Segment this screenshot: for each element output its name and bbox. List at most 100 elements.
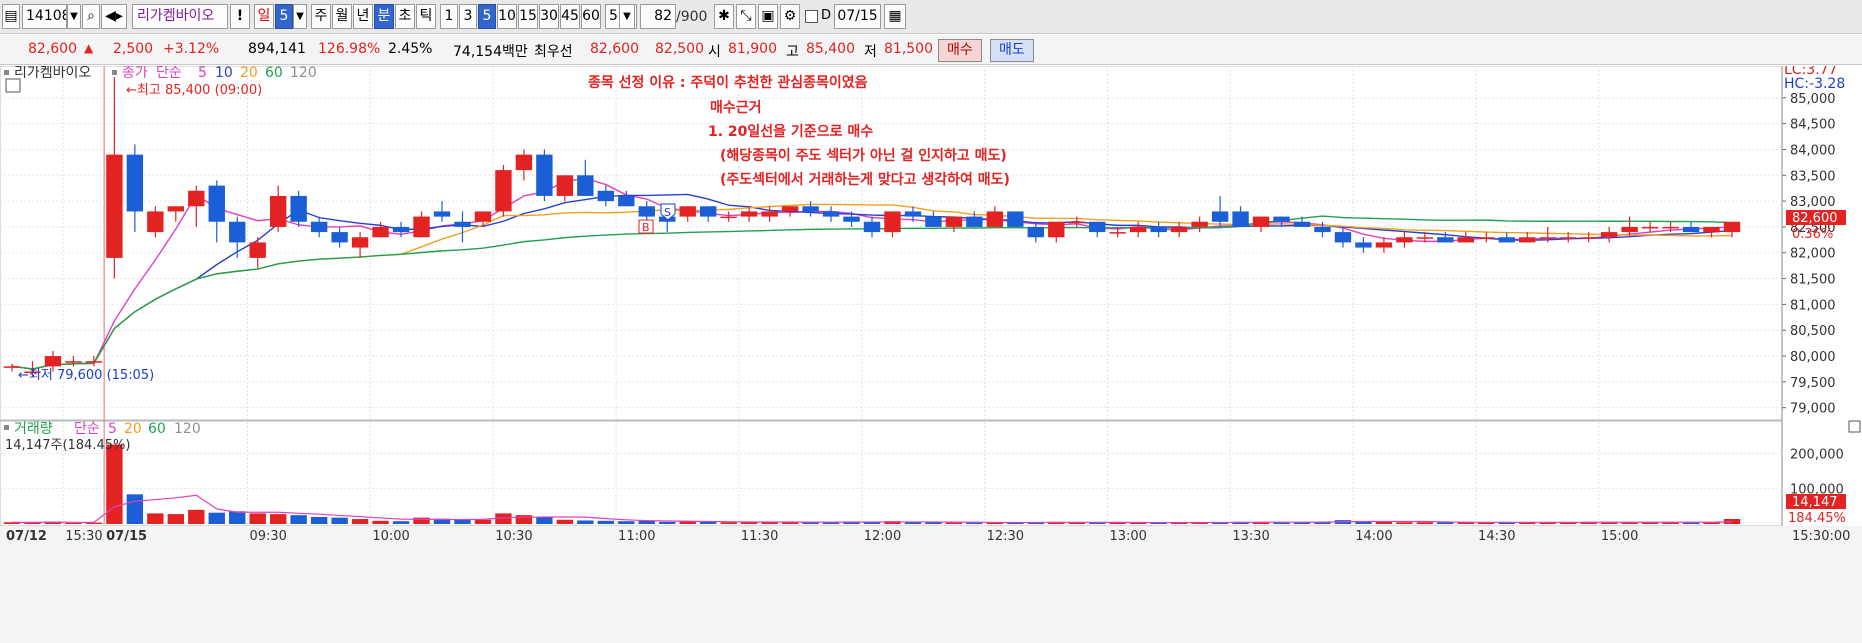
best-price-label: 최우선 — [534, 44, 573, 60]
period-minute-button[interactable]: 분 — [374, 4, 394, 29]
turnover-rate: 2.45% — [388, 41, 433, 57]
price-tick-label: 79,000 — [1790, 402, 1836, 417]
sell-button[interactable]: 매도 — [990, 39, 1034, 62]
date-checkbox[interactable] — [805, 10, 818, 23]
calendar-icon[interactable]: ▦ — [884, 4, 906, 29]
volume-legend-simple: 단순 — [74, 421, 100, 437]
candle-up — [1703, 226, 1720, 233]
minute-3-button[interactable]: 3 — [459, 4, 477, 29]
candle-up — [1519, 237, 1536, 243]
period-second-button[interactable]: 초 — [395, 4, 415, 29]
period-tick-button[interactable]: 틱 — [416, 4, 436, 29]
search-icon[interactable]: ⌕ — [82, 4, 100, 29]
candle-up — [515, 154, 533, 171]
time-tick-label: 13:30 — [1232, 529, 1269, 544]
price-tick-label: 83,500 — [1790, 169, 1836, 184]
candle-up — [474, 211, 492, 222]
legend-price: 종가 — [122, 66, 148, 81]
time-tick-label: 10:00 — [372, 529, 409, 544]
table-icon[interactable] — [5, 78, 21, 93]
time-tick-label: 12:30 — [987, 529, 1024, 544]
volume-ratio: 126.98% — [318, 41, 381, 57]
candle-down — [1682, 226, 1700, 233]
buy-button[interactable]: 매수 — [938, 39, 982, 62]
high-price: 85,400 — [806, 41, 855, 57]
save-icon[interactable]: ▣ — [758, 4, 778, 29]
annotation-buy-basis: 매수근거 — [710, 100, 762, 116]
candle-down — [208, 185, 225, 222]
minute-30-button[interactable]: 30 — [539, 4, 559, 29]
alert-button[interactable]: ! — [230, 4, 250, 29]
candle-up — [1416, 237, 1434, 239]
candle-up — [884, 211, 901, 233]
candle-down — [904, 211, 922, 217]
volume-bar — [106, 444, 123, 524]
period-year-button[interactable]: 년 — [353, 4, 373, 29]
sell-marker-label: S — [664, 206, 671, 219]
code-dropdown-icon[interactable]: ▼ — [67, 4, 81, 29]
time-tick-label: 14:30 — [1478, 529, 1515, 544]
period-week-button[interactable]: 주 — [311, 4, 331, 29]
close-pane-icon[interactable] — [1848, 420, 1861, 433]
candlestick-chart[interactable]: 85,00084,50084,00083,50083,00082,50082,0… — [0, 66, 1862, 643]
volume-current: 14,147주(184.45%) — [5, 438, 130, 453]
indicator-icon[interactable]: ✱ — [714, 4, 734, 29]
volume-legend-ma20: 20 — [124, 421, 142, 437]
date-input[interactable]: 07/15 — [834, 4, 881, 29]
legend-ma120: 120 — [290, 66, 317, 81]
stock-code-input[interactable]: 141080 — [22, 4, 67, 29]
legend-square-icon — [112, 70, 117, 75]
legend-ma10: 10 — [215, 66, 233, 81]
candle-down — [1355, 242, 1372, 248]
candle-down — [1007, 211, 1024, 227]
hc-value: HC:-3.28 — [1784, 76, 1845, 92]
volume-pane-frame — [0, 420, 1783, 527]
candle-down — [310, 221, 328, 233]
trend-line-icon[interactable]: ⤡ — [736, 4, 756, 29]
period-dropdown-icon[interactable]: ▼ — [293, 4, 307, 29]
volume-bar — [208, 512, 225, 524]
chart-type-icon[interactable]: ▤ — [2, 4, 20, 29]
minute-60-button[interactable]: 60 — [581, 4, 601, 29]
range-input[interactable]: 82 — [640, 4, 676, 29]
minute-5-button[interactable]: 5 — [478, 4, 496, 29]
minute-45-button[interactable]: 45 — [560, 4, 580, 29]
volume-bar — [290, 515, 307, 524]
period-month-button[interactable]: 월 — [332, 4, 352, 29]
minute-1-button[interactable]: 1 — [440, 4, 458, 29]
candle-up — [495, 170, 512, 212]
candle-down — [863, 221, 881, 233]
period-number[interactable]: 5 — [275, 4, 293, 29]
candle-down — [1150, 226, 1167, 233]
price-tick-label: 80,000 — [1790, 350, 1836, 365]
gear-icon[interactable]: ⚙ — [780, 4, 800, 29]
minute-15-button[interactable]: 15 — [518, 4, 538, 29]
time-tick-label: 07/15 — [106, 529, 147, 544]
stock-name[interactable]: 리가켐바이오 — [132, 4, 228, 29]
prev-next-icon[interactable]: ◀▸ — [101, 4, 127, 29]
candle-up — [413, 216, 430, 238]
volume-bar — [270, 514, 287, 524]
volume-legend-ma120: 120 — [174, 421, 201, 437]
candle-up — [556, 175, 574, 196]
minute-10-button[interactable]: 10 — [497, 4, 517, 29]
candle-up — [85, 361, 103, 363]
change-percent: +3.12% — [163, 41, 220, 57]
up-arrow-icon: ▲ — [84, 41, 94, 55]
candle-down — [925, 216, 942, 227]
price-tick-label: 84,500 — [1790, 118, 1836, 133]
price-tick-label: 84,000 — [1790, 143, 1836, 158]
volume-bar — [474, 519, 492, 524]
annotation-sell-reason-2: (주도섹터에서 거래하는게 맞다고 생각하여 매도) — [720, 171, 1010, 188]
candle-up — [65, 361, 82, 363]
candle-up — [270, 195, 287, 227]
candle-up — [1191, 221, 1208, 227]
candle-up — [1130, 226, 1147, 233]
price-tick-label: 79,500 — [1790, 376, 1836, 391]
candle-up — [1478, 237, 1495, 239]
volume-bar — [720, 522, 737, 524]
period-day-button[interactable]: 일 — [254, 4, 274, 29]
candle-up — [1600, 232, 1618, 238]
candle-down — [433, 211, 451, 217]
count-dropdown-icon[interactable]: ▼ — [619, 4, 635, 29]
